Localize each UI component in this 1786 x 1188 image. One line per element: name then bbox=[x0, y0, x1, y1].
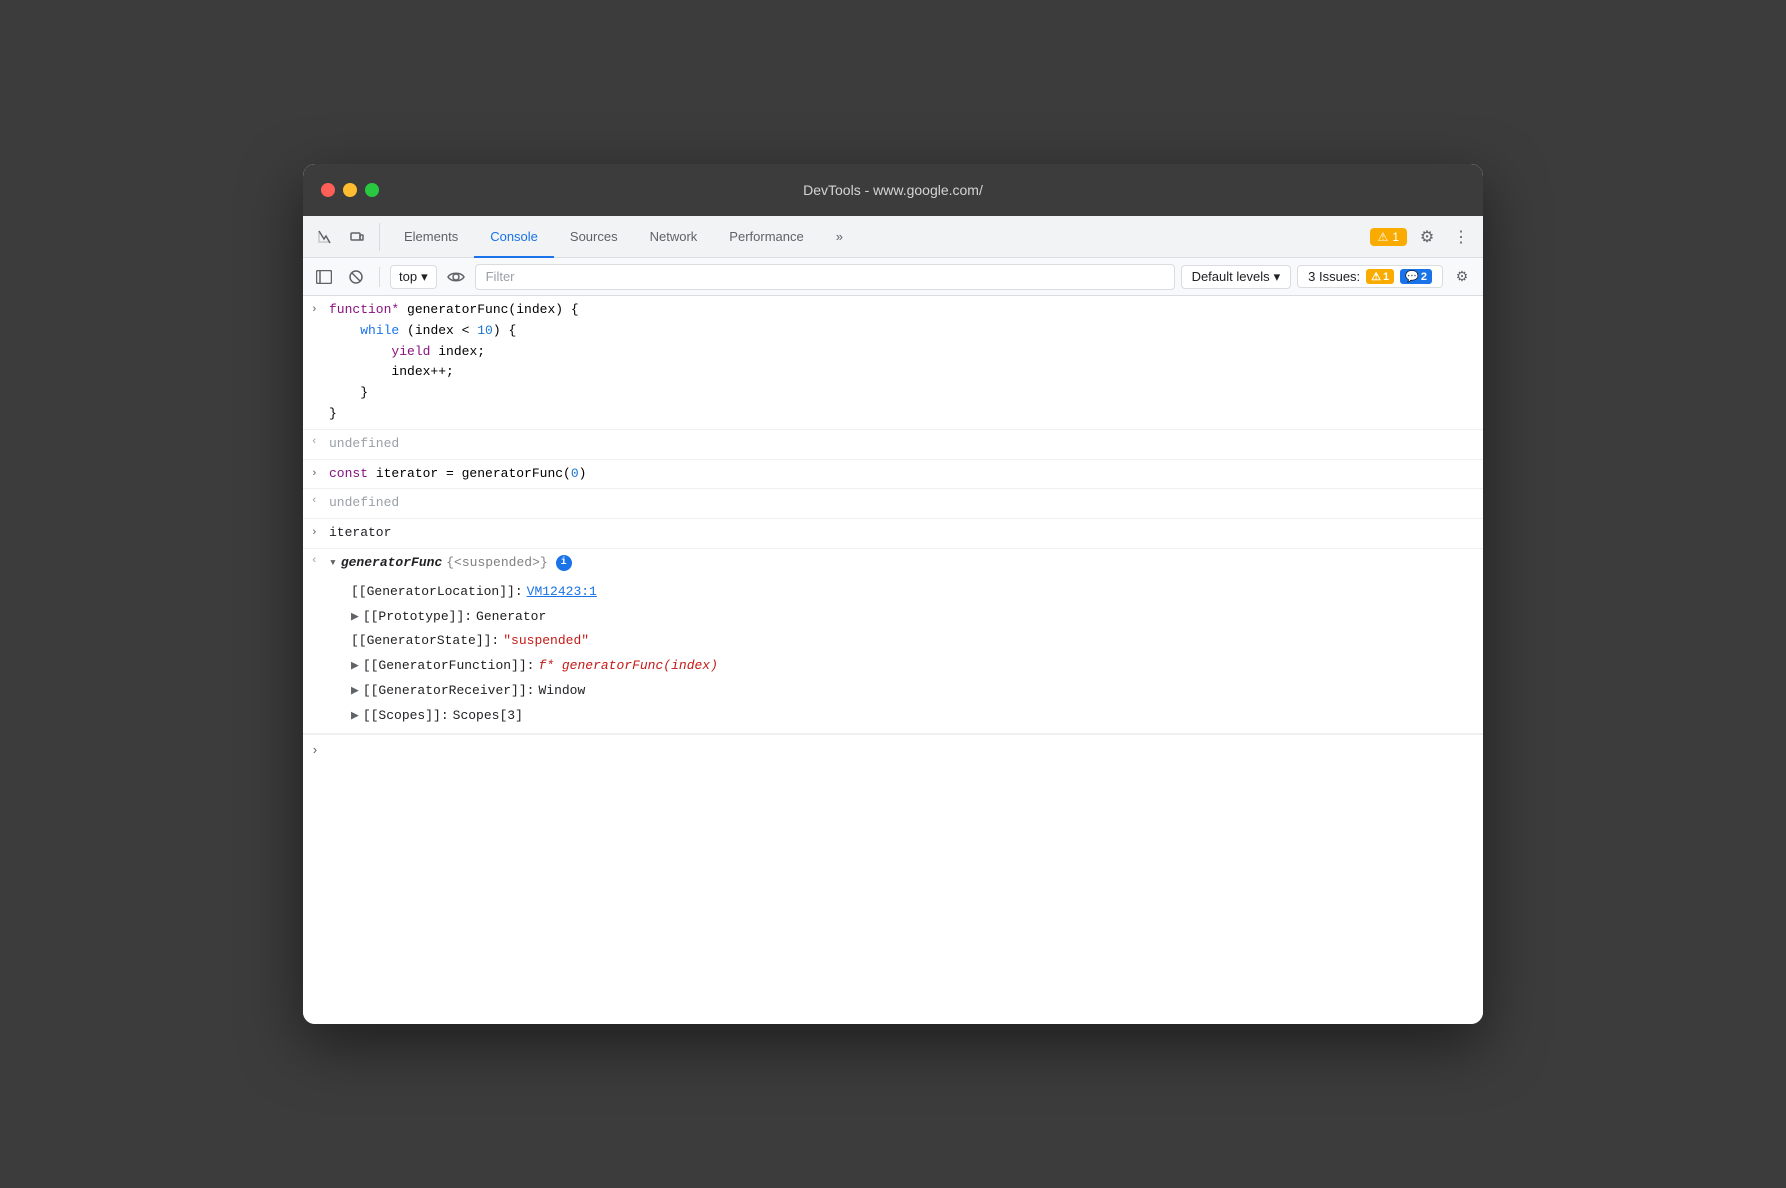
console-entry-function: › function* generatorFunc(index) { while… bbox=[303, 296, 1483, 430]
tabs-right-actions: ⚠ 1 ⚙ ⋮ bbox=[1370, 223, 1475, 251]
title-bar: DevTools - www.google.com/ bbox=[303, 164, 1483, 216]
console-entry-iterator-log: › iterator bbox=[303, 519, 1483, 549]
tabs-bar: Elements Console Sources Network Perform… bbox=[303, 216, 1483, 258]
warning-count-badge: ⚠ 1 bbox=[1366, 269, 1394, 284]
tab-more[interactable]: » bbox=[820, 216, 859, 258]
tab-console[interactable]: Console bbox=[474, 216, 554, 258]
toolbar-divider bbox=[379, 267, 380, 287]
tab-network[interactable]: Network bbox=[634, 216, 714, 258]
console-input[interactable] bbox=[327, 743, 1475, 758]
input-arrow-2[interactable]: › bbox=[311, 466, 323, 484]
filter-input[interactable] bbox=[475, 264, 1175, 290]
console-settings-icon[interactable]: ⚙ bbox=[1449, 264, 1475, 290]
main-tabs: Elements Console Sources Network Perform… bbox=[388, 216, 1370, 258]
prop-generator-state: [[GeneratorState]]: "suspended" bbox=[351, 629, 1475, 654]
inspect-icon[interactable] bbox=[311, 223, 339, 251]
clear-console-icon[interactable] bbox=[343, 264, 369, 290]
more-options-icon[interactable]: ⋮ bbox=[1447, 223, 1475, 251]
expand-genreceiver[interactable]: ▶ bbox=[351, 681, 359, 702]
context-selector[interactable]: top ▾ bbox=[390, 265, 437, 289]
prop-generator-location: [[GeneratorLocation]]: VM12423:1 bbox=[351, 580, 1475, 605]
console-toolbar: top ▾ Default levels ▾ 3 Issues: ⚠ 1 💬 2… bbox=[303, 258, 1483, 296]
prop-generator-receiver: ▶ [[GeneratorReceiver]]: Window bbox=[351, 679, 1475, 704]
prop-prototype: ▶ [[Prototype]]: Generator bbox=[351, 605, 1475, 630]
info-icon[interactable]: i bbox=[556, 555, 572, 571]
console-entry-const: › const iterator = generatorFunc(0) bbox=[303, 460, 1483, 490]
console-entry-undefined-2: ‹ undefined bbox=[303, 489, 1483, 519]
output-arrow-1: ‹ bbox=[311, 434, 323, 452]
live-expression-icon[interactable] bbox=[443, 264, 469, 290]
issues-counter[interactable]: 3 Issues: ⚠ 1 💬 2 bbox=[1297, 265, 1443, 288]
devtools-window: DevTools - www.google.com/ Elements bbox=[303, 164, 1483, 1024]
settings-icon[interactable]: ⚙ bbox=[1413, 223, 1441, 251]
warning-badge[interactable]: ⚠ 1 bbox=[1370, 228, 1407, 246]
output-arrow-obj: ‹ bbox=[311, 553, 323, 571]
log-levels-selector[interactable]: Default levels ▾ bbox=[1181, 265, 1292, 289]
close-button[interactable] bbox=[321, 183, 335, 197]
minimize-button[interactable] bbox=[343, 183, 357, 197]
info-count-badge: 💬 2 bbox=[1400, 269, 1432, 284]
generator-location-link[interactable]: VM12423:1 bbox=[527, 582, 597, 603]
entry-body: function* generatorFunc(index) { while (… bbox=[329, 300, 1475, 425]
console-prompt: › bbox=[311, 741, 319, 762]
expand-scopes[interactable]: ▶ bbox=[351, 706, 359, 727]
maximize-button[interactable] bbox=[365, 183, 379, 197]
console-entry-undefined-1: ‹ undefined bbox=[303, 430, 1483, 460]
tab-sources[interactable]: Sources bbox=[554, 216, 634, 258]
expand-genfunc[interactable]: ▶ bbox=[351, 656, 359, 677]
prop-generator-function: ▶ [[GeneratorFunction]]: f* generatorFun… bbox=[351, 654, 1475, 679]
input-arrow-3[interactable]: › bbox=[311, 525, 323, 543]
prop-scopes: ▶ [[Scopes]]: Scopes[3] bbox=[351, 704, 1475, 729]
collapse-obj-arrow[interactable]: ▾ bbox=[329, 553, 337, 574]
device-toggle-icon[interactable] bbox=[343, 223, 371, 251]
window-title: DevTools - www.google.com/ bbox=[803, 182, 983, 198]
sidebar-toggle-icon[interactable] bbox=[311, 264, 337, 290]
traffic-lights bbox=[321, 183, 379, 197]
console-content: › function* generatorFunc(index) { while… bbox=[303, 296, 1483, 1024]
console-input-row: › bbox=[303, 734, 1483, 768]
tab-performance[interactable]: Performance bbox=[713, 216, 819, 258]
expand-prototype[interactable]: ▶ bbox=[351, 607, 359, 628]
output-arrow-2: ‹ bbox=[311, 493, 323, 511]
console-entry-generator-obj: ‹ ▾ generatorFunc {<suspended>} i [[Gene… bbox=[303, 549, 1483, 734]
tab-elements[interactable]: Elements bbox=[388, 216, 474, 258]
expand-arrow[interactable]: › bbox=[311, 302, 323, 320]
tab-icon-group bbox=[311, 223, 380, 251]
